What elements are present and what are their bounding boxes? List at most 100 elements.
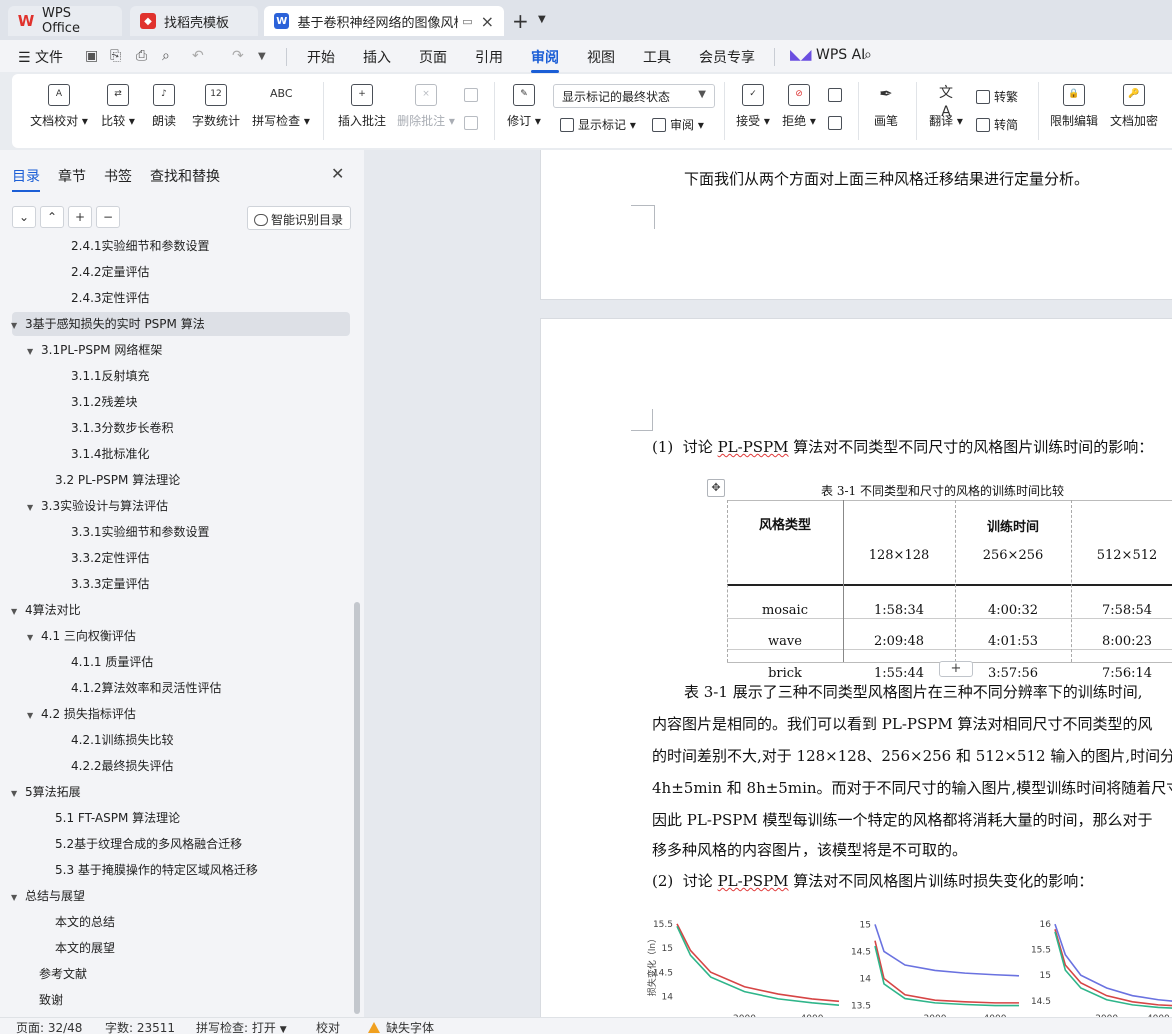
show-markup-button[interactable]: 显示标记 ▾	[560, 116, 636, 133]
missing-font-status[interactable]: 缺失字体	[368, 1019, 434, 1034]
new-tab-icon[interactable]: +	[512, 9, 529, 33]
insert-comment-button[interactable]: + 插入批注	[334, 84, 390, 129]
paragraph[interactable]: 下面我们从两个方面对上面三种风格迁移结果进行定量分析。	[684, 164, 1089, 195]
add-heading-icon[interactable]: +	[68, 206, 92, 228]
markup-state-select[interactable]: 显示标记的最终状态 ▼	[553, 84, 715, 108]
to-simplified-button[interactable]: 转简	[976, 116, 1018, 133]
delete-comment-button[interactable]: × 删除批注 ▾	[396, 84, 456, 129]
caret-down-icon[interactable]: ▼	[27, 626, 37, 650]
spell-check-status[interactable]: 拼写检查: 打开 ▼	[196, 1019, 287, 1034]
save-icon[interactable]: ▣	[85, 48, 98, 64]
search-icon[interactable]: ⌕	[864, 47, 872, 63]
toc-item-content: 4.2.1训练损失比较	[71, 728, 174, 752]
to-traditional-button[interactable]: 转繁	[976, 88, 1018, 105]
undo-icon[interactable]: ↶	[192, 48, 204, 64]
encrypt-button[interactable]: 🔑 文档加密	[1108, 84, 1160, 129]
monitor-icon[interactable]: ▭	[462, 15, 472, 28]
paragraph[interactable]: 4h±5min 和 8h±5min。而对于不同尺寸的输入图片,模型训练时间将随着…	[652, 773, 1172, 804]
menu-insert[interactable]: 插入	[363, 47, 391, 67]
reject-button[interactable]: ⊘ 拒绝 ▾	[778, 84, 820, 129]
toc-item-content: 5.3 基于掩膜操作的特定区域风格迁移	[55, 858, 258, 882]
print-preview-icon[interactable]: ⌕	[162, 48, 170, 64]
crop-mark	[631, 409, 653, 431]
compare-button[interactable]: ⇄ 比较 ▾	[96, 84, 140, 129]
caret-down-icon[interactable]: ▼	[11, 782, 21, 806]
word-count[interactable]: 字数: 23511	[105, 1019, 175, 1034]
toc-list: 2.4.1实验细节和参数设置 2.4.2定量评估 2.4.3定性评估 ▼ 3基于感知损失…	[0, 238, 352, 1018]
chevron-down-icon[interactable]: ▼	[538, 14, 546, 25]
translate-button[interactable]: 文A 翻译 ▾	[926, 84, 966, 129]
caret-down-icon[interactable]: ▼	[27, 496, 37, 520]
doc-check-button[interactable]: A 文档校对 ▾	[28, 84, 90, 129]
toc-item-content: 4.1.2算法效率和灵活性评估	[71, 676, 222, 700]
scrollbar-thumb[interactable]	[354, 602, 360, 1014]
menu-member[interactable]: 会员专享	[699, 47, 755, 67]
tab-document[interactable]: W 基于卷积神经网络的图像风格迁移 ▭ ×	[264, 6, 504, 36]
menu-file[interactable]: ☰ 文件	[18, 47, 63, 67]
wps-ai-icon: ◣◢	[790, 47, 816, 63]
export-icon[interactable]: ⎘	[110, 48, 121, 64]
menu-wps-ai[interactable]: ◣◢ WPS AI	[790, 47, 865, 63]
menu-reference[interactable]: 引用	[475, 47, 503, 67]
close-icon[interactable]: ✕	[331, 164, 344, 183]
word-count-button[interactable]: 12 字数统计	[188, 84, 244, 129]
chevron-down-icon[interactable]: ▼	[258, 51, 266, 62]
proofread-status[interactable]: 校对	[316, 1019, 340, 1034]
caret-down-icon[interactable]: ▼	[11, 886, 21, 910]
print-icon[interactable]: ⎙	[136, 48, 147, 64]
add-row-icon[interactable]: +	[939, 661, 973, 677]
read-aloud-button[interactable]: ♪ 朗读	[146, 84, 182, 129]
collapse-up-icon[interactable]: ⌃	[40, 206, 64, 228]
tab-template[interactable]: ◆ 找稻壳模板	[130, 6, 258, 36]
spell-check-button[interactable]: ABC 拼写检查 ▾	[250, 84, 312, 129]
menu-review[interactable]: 审阅	[531, 47, 559, 73]
menu-tools[interactable]: 工具	[643, 47, 671, 67]
prev-comment-button[interactable]	[464, 88, 482, 102]
tab-bookmarks[interactable]: 书签	[104, 166, 132, 186]
toc-item-label: 2.4.2定量评估	[71, 265, 150, 279]
menu-start[interactable]: 开始	[307, 47, 335, 67]
review-pane-button[interactable]: 审阅 ▾	[652, 116, 704, 133]
page-indicator[interactable]: 页面: 32/48	[16, 1019, 82, 1034]
expand-down-icon[interactable]: ⌄	[12, 206, 36, 228]
paragraph[interactable]: (1) 讨论 PL-PSPM 算法对不同类型不同尺寸的风格图片训练时间的影响：	[652, 432, 1153, 463]
tab-chapters[interactable]: 章节	[58, 166, 86, 186]
paragraph[interactable]: 因此 PL-PSPM 模型每训练一个特定的风格都将消耗大量的时间，那么对于	[652, 805, 1152, 836]
toc-item-content: ▼ 4算法对比	[11, 598, 81, 624]
prev-change-button[interactable]	[828, 88, 846, 102]
tab-toc[interactable]: 目录	[12, 166, 40, 192]
revise-button[interactable]: ✎ 修订 ▾	[504, 84, 544, 129]
caret-down-icon[interactable]: ▼	[27, 340, 37, 364]
caret-down-icon[interactable]: ▼	[11, 600, 21, 624]
data-table[interactable]: 风格类型 训练时间 128×128 256×256 512×512 mosaic…	[727, 500, 1172, 681]
remove-heading-icon[interactable]: −	[96, 206, 120, 228]
table-move-handle-icon[interactable]: ✥	[707, 479, 725, 497]
divider	[916, 82, 917, 140]
document-canvas[interactable]: 下面我们从两个方面对上面三种风格迁移结果进行定量分析。 (1) 讨论 PL-PS…	[364, 150, 1172, 1017]
table-header: 256×256	[982, 548, 1044, 563]
paragraph[interactable]: 的时间差别不大,对于 128×128、256×256 和 512×512 输入的…	[652, 741, 1172, 772]
paragraph[interactable]: 内容图片是相同的。我们可以看到 PL-PSPM 算法对相同尺寸不同类型的风	[652, 709, 1152, 740]
pen-button[interactable]: ✒ 画笔	[868, 84, 904, 129]
next-comment-icon	[464, 116, 478, 130]
toc-item-label: 3.1.2残差块	[71, 395, 138, 409]
caret-down-icon[interactable]: ▼	[27, 704, 37, 728]
close-tab-icon[interactable]: ×	[481, 12, 494, 31]
menu-page[interactable]: 页面	[419, 47, 447, 67]
accept-button[interactable]: ✓ 接受 ▾	[732, 84, 774, 129]
restrict-edit-button[interactable]: 🔒 限制编辑	[1046, 84, 1102, 129]
menu-view[interactable]: 视图	[587, 47, 615, 67]
paragraph[interactable]: 移多种风格的内容图片，该模型将是不可取的。	[652, 835, 967, 866]
paragraph[interactable]: 表 3-1 展示了三种不同类型风格图片在三种不同分辨率下的训练时间,	[684, 677, 1142, 708]
redo-icon[interactable]: ↷	[232, 48, 244, 64]
tab-find-replace[interactable]: 查找和替换	[150, 166, 220, 186]
smart-toc-button[interactable]: 智能识别目录	[247, 206, 351, 230]
next-change-button[interactable]	[828, 116, 846, 130]
tab-wps-office[interactable]: W WPS Office	[8, 6, 122, 36]
toc-item[interactable]: ▼ 3基于感知损失的实时 PSPM 算法	[11, 312, 350, 338]
next-comment-button[interactable]	[464, 116, 482, 130]
paragraph[interactable]: (2) 讨论 PL-PSPM 算法对不同风格图片训练时损失变化的影响：	[652, 866, 1093, 897]
caret-down-icon[interactable]: ▼	[11, 314, 21, 338]
series-line	[874, 945, 1019, 1007]
navigation-pane: 目录 章节 书签 查找和替换 ✕ ⌄ ⌃ + − 智能识别目录 2.4.1实验细…	[0, 150, 364, 1017]
